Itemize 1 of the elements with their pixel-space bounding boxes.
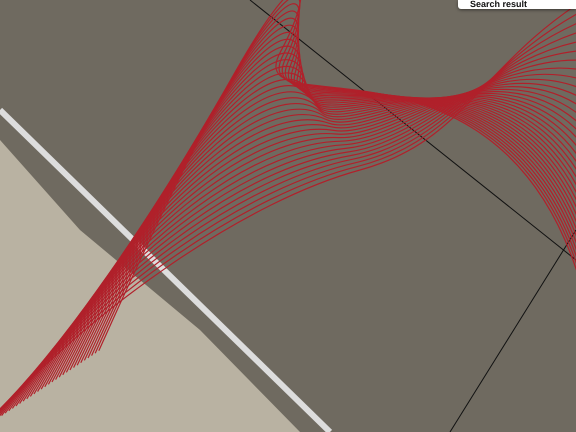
contour-map-drawing[interactable] <box>0 0 576 432</box>
